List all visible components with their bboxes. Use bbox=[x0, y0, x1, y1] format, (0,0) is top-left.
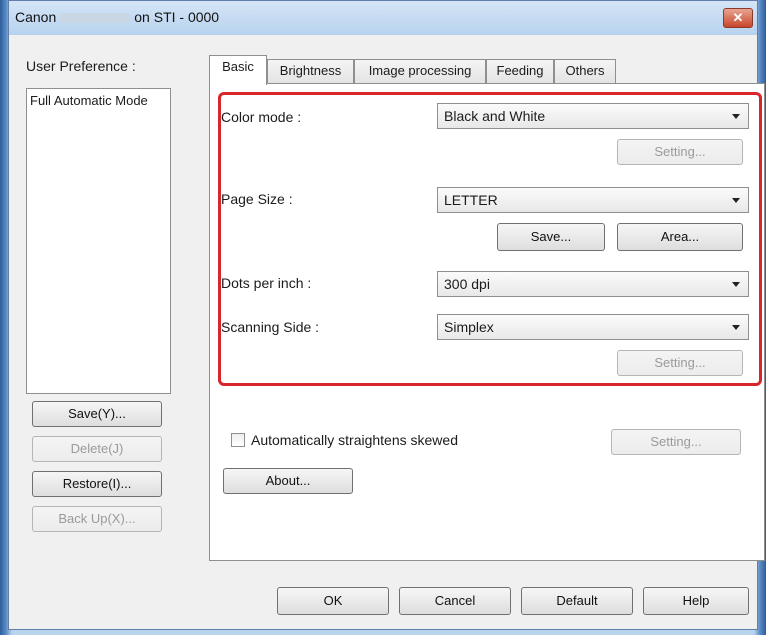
tab-feeding[interactable]: Feeding bbox=[486, 59, 554, 83]
about-button[interactable]: About... bbox=[223, 468, 353, 494]
straighten-setting-button[interactable]: Setting... bbox=[611, 429, 741, 455]
title-brand: Canon bbox=[15, 9, 57, 25]
tab-brightness[interactable]: Brightness bbox=[267, 59, 354, 83]
dpi-select[interactable]: 300 dpi bbox=[437, 271, 749, 297]
window-title: Canon on STI - 0000 bbox=[15, 9, 219, 25]
tab-others[interactable]: Others bbox=[554, 59, 616, 83]
save-page-size-button[interactable]: Save... bbox=[497, 223, 605, 251]
help-button[interactable]: Help bbox=[643, 587, 749, 615]
page-size-select[interactable]: LETTER bbox=[437, 187, 749, 213]
chevron-down-icon bbox=[732, 114, 740, 119]
chevron-down-icon bbox=[732, 198, 740, 203]
dialog-window: Canon on STI - 0000 ✕ User Preference : F… bbox=[8, 0, 765, 630]
dpi-value: 300 dpi bbox=[444, 276, 490, 292]
scanning-side-label: Scanning Side : bbox=[221, 319, 320, 335]
straighten-checkbox[interactable] bbox=[231, 433, 245, 447]
list-item[interactable]: Full Automatic Mode bbox=[27, 89, 170, 112]
title-device: on STI - 0000 bbox=[134, 9, 220, 25]
side-setting-button[interactable]: Setting... bbox=[617, 350, 743, 376]
save-preference-button[interactable]: Save(Y)... bbox=[32, 401, 162, 427]
default-button[interactable]: Default bbox=[521, 587, 633, 615]
dpi-label: Dots per inch : bbox=[221, 275, 312, 291]
color-setting-button[interactable]: Setting... bbox=[617, 139, 743, 165]
tab-image-processing[interactable]: Image processing bbox=[354, 59, 486, 83]
page-size-label: Page Size : bbox=[221, 191, 293, 207]
redacted-model bbox=[60, 13, 131, 24]
straighten-label[interactable]: Automatically straightens skewed bbox=[251, 432, 458, 448]
color-mode-value: Black and White bbox=[444, 108, 546, 124]
delete-preference-button[interactable]: Delete(J) bbox=[32, 436, 162, 462]
user-preference-list[interactable]: Full Automatic Mode bbox=[26, 88, 171, 394]
page-size-value: LETTER bbox=[444, 192, 498, 208]
tab-basic[interactable]: Basic bbox=[209, 55, 267, 85]
chevron-down-icon bbox=[732, 325, 740, 330]
color-mode-select[interactable]: Black and White bbox=[437, 103, 749, 129]
user-preference-label: User Preference : bbox=[26, 58, 136, 74]
color-mode-label: Color mode : bbox=[221, 109, 302, 125]
cancel-button[interactable]: Cancel bbox=[399, 587, 511, 615]
chevron-down-icon bbox=[732, 282, 740, 287]
scanning-side-select[interactable]: Simplex bbox=[437, 314, 749, 340]
scanning-side-value: Simplex bbox=[444, 319, 494, 335]
area-button[interactable]: Area... bbox=[617, 223, 743, 251]
backup-preference-button[interactable]: Back Up(X)... bbox=[32, 506, 162, 532]
title-bar: Canon on STI - 0000 ✕ bbox=[9, 1, 757, 35]
close-icon: ✕ bbox=[732, 10, 744, 25]
restore-preference-button[interactable]: Restore(I)... bbox=[32, 471, 162, 497]
ok-button[interactable]: OK bbox=[277, 587, 389, 615]
close-button[interactable]: ✕ bbox=[723, 8, 753, 28]
